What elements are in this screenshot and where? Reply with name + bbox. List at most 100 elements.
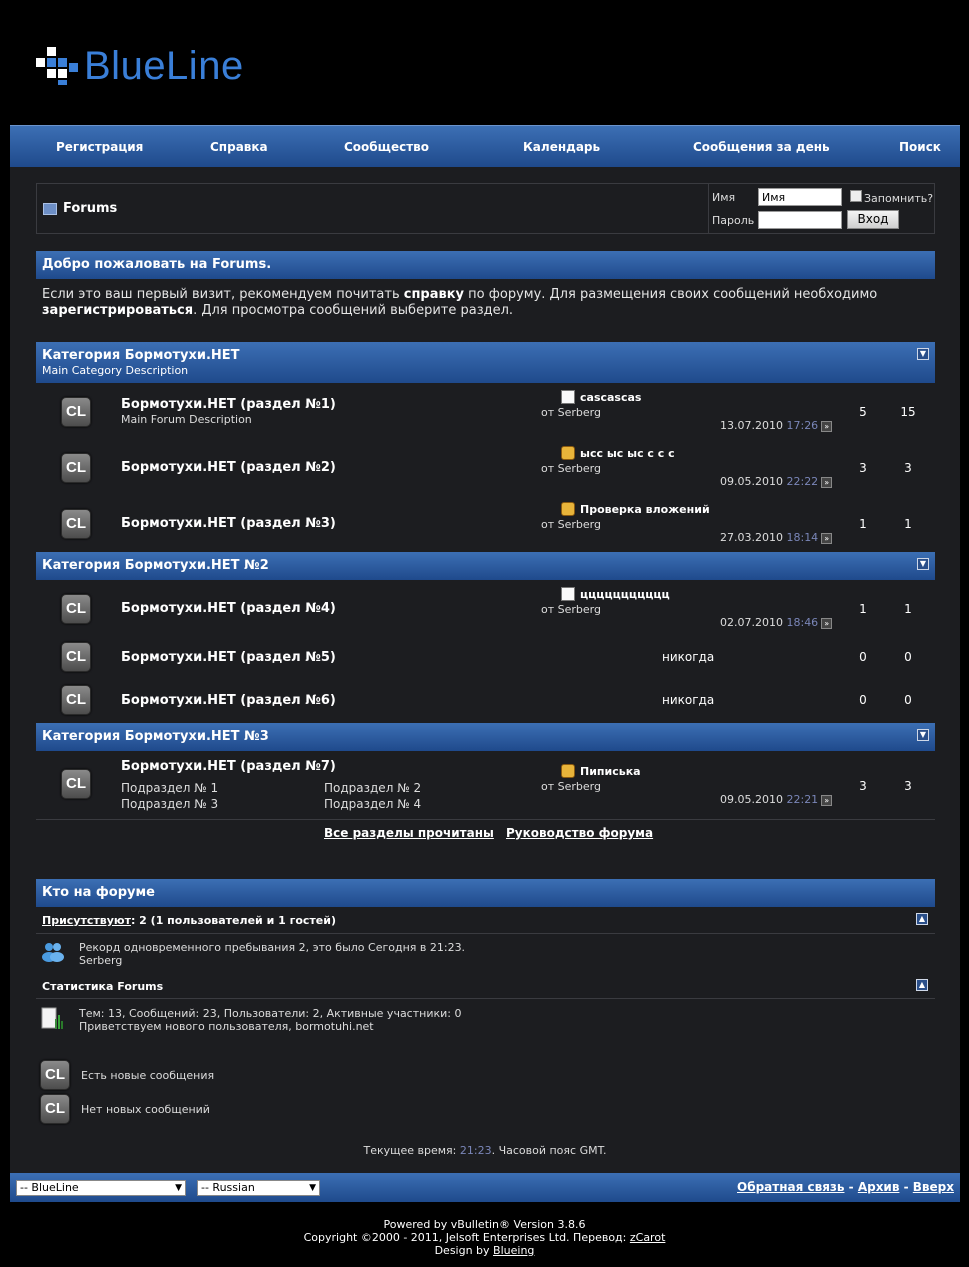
welcome-title: Добро пожаловать на Forums. xyxy=(42,257,272,272)
forum-row: CL Бормотухи.НЕТ (раздел №4) ццццццццццц… xyxy=(36,580,935,636)
last-post-date: 27.03.2010 18:14» xyxy=(720,531,833,544)
forum-row: CL Бормотухи.НЕТ (раздел №7) Подраздел №… xyxy=(36,751,935,819)
subforum-link[interactable]: Подраздел № 4 xyxy=(324,797,421,811)
divider xyxy=(36,819,935,820)
subforum-link[interactable]: Подраздел № 2 xyxy=(324,781,421,795)
translator-link[interactable]: zCarot xyxy=(630,1231,666,1244)
thread-count: 3 xyxy=(859,461,867,475)
login-button[interactable]: Вход xyxy=(847,210,899,229)
help-link[interactable]: справку xyxy=(404,287,464,302)
forum-row: CL Бормотухи.НЕТ (раздел №6) никогда 0 0 xyxy=(36,679,935,722)
category-header: Категория Бормотухи.НЕТ Main Category De… xyxy=(36,342,935,383)
divider xyxy=(36,933,935,934)
forum-title[interactable]: Бормотухи.НЕТ (раздел №4) xyxy=(121,601,336,616)
last-post-author[interactable]: от Serberg xyxy=(541,603,601,616)
nav-help[interactable]: Справка xyxy=(210,140,268,154)
forum-title[interactable]: Бормотухи.НЕТ (раздел №6) xyxy=(121,693,336,708)
collapse-icon[interactable]: ▲ xyxy=(916,979,928,991)
site-logo[interactable]: BlueLine xyxy=(36,44,244,88)
password-input[interactable] xyxy=(758,211,842,229)
go-to-last-post-icon[interactable]: » xyxy=(821,420,833,432)
last-post-author[interactable]: от Serberg xyxy=(541,780,601,793)
last-post-title[interactable]: Пиписька xyxy=(561,764,641,778)
users-icon xyxy=(42,943,64,962)
forum-status-icon: CL xyxy=(61,453,91,483)
forum-title[interactable]: Бормотухи.НЕТ (раздел №2) xyxy=(121,460,336,475)
post-count: 0 xyxy=(904,693,912,707)
forum-status-icon: CL xyxy=(61,642,91,672)
category-title[interactable]: Категория Бормотухи.НЕТ xyxy=(42,348,240,363)
main-navbar: Регистрация Справка Сообщество Календарь… xyxy=(10,125,960,167)
document-icon xyxy=(561,390,575,404)
time-text: 18:46 xyxy=(786,616,819,629)
thread-count: 0 xyxy=(859,693,867,707)
last-post-title-text: ццццццццццц xyxy=(580,587,670,601)
category-title[interactable]: Категория Бормотухи.НЕТ №2 xyxy=(42,558,269,573)
go-to-last-post-icon[interactable]: » xyxy=(821,794,833,806)
forum-title[interactable]: Бормотухи.НЕТ (раздел №5) xyxy=(121,650,336,665)
category-title[interactable]: Категория Бормотухи.НЕТ №3 xyxy=(42,729,269,744)
date-text: 02.07.2010 xyxy=(720,616,783,629)
last-post-title[interactable]: Проверка вложений xyxy=(561,502,710,516)
powered-by: Powered by vBulletin® Version 3.8.6 xyxy=(383,1218,586,1231)
archive-link[interactable]: Архив xyxy=(858,1180,900,1194)
nav-register[interactable]: Регистрация xyxy=(56,140,143,154)
go-to-last-post-icon[interactable]: » xyxy=(821,476,833,488)
time-text: 22:22 xyxy=(786,475,819,488)
mark-all-read-link[interactable]: Все разделы прочитаны xyxy=(324,826,494,840)
no-new-posts-icon: CL xyxy=(40,1094,70,1124)
contact-link[interactable]: Обратная связь xyxy=(737,1180,844,1194)
last-post-author[interactable]: от Serberg xyxy=(541,406,601,419)
password-label: Пароль xyxy=(712,214,755,227)
forum-row: CL Бормотухи.НЕТ (раздел №2) ысс ыс ыс с… xyxy=(36,439,935,495)
username-input[interactable] xyxy=(758,188,842,206)
welcome-text-part: по форуму. Для размещения своих сообщени… xyxy=(464,287,878,302)
last-post-date: 09.05.2010 22:22» xyxy=(720,475,833,488)
collapse-icon[interactable]: ▼ xyxy=(917,348,929,360)
last-post-author[interactable]: от Serberg xyxy=(541,518,601,531)
nav-todays-posts[interactable]: Сообщения за день xyxy=(693,140,830,154)
thread-count: 5 xyxy=(859,405,867,419)
last-post-title[interactable]: ццццццццццц xyxy=(561,587,670,601)
designer-link[interactable]: Blueing xyxy=(493,1244,534,1257)
collapse-icon[interactable]: ▼ xyxy=(917,729,929,741)
post-count: 15 xyxy=(900,405,916,419)
subforum-link[interactable]: Подраздел № 3 xyxy=(121,797,218,811)
thread-count: 1 xyxy=(859,517,867,531)
last-post-author[interactable]: от Serberg xyxy=(541,462,601,475)
category-description: Main Category Description xyxy=(42,364,189,377)
forum-title[interactable]: Бормотухи.НЕТ (раздел №7) xyxy=(121,759,336,774)
last-post-title-text: Проверка вложений xyxy=(580,502,710,516)
present-link[interactable]: Присутствуют xyxy=(42,914,131,927)
logo-text: BlueLine xyxy=(84,43,244,88)
online-users[interactable]: Serberg xyxy=(79,954,122,967)
last-post-title[interactable]: ысс ыс ыс с с с xyxy=(561,446,675,460)
nav-calendar[interactable]: Календарь xyxy=(523,140,600,154)
forum-guide-link[interactable]: Руководство форума xyxy=(506,826,653,840)
go-to-last-post-icon[interactable]: » xyxy=(821,617,833,629)
nav-community[interactable]: Сообщество xyxy=(344,140,429,154)
remember-checkbox[interactable] xyxy=(850,190,862,202)
style-select[interactable]: -- BlueLine ▼ xyxy=(16,1180,186,1196)
last-post-never: никогда xyxy=(662,650,715,664)
go-to-last-post-icon[interactable]: » xyxy=(821,532,833,544)
category-header: Категория Бормотухи.НЕТ №3 ▼ xyxy=(36,723,935,751)
main-content: Forums Имя Запомнить? Пароль Вход Добро … xyxy=(10,167,960,1173)
forum-title[interactable]: Бормотухи.НЕТ (раздел №1) xyxy=(121,397,336,412)
top-link[interactable]: Вверх xyxy=(913,1180,954,1194)
collapse-icon[interactable]: ▲ xyxy=(916,913,928,925)
forum-status-icon: CL xyxy=(61,509,91,539)
last-post-title-text: Пиписька xyxy=(580,764,641,778)
register-link[interactable]: зарегистрироваться xyxy=(42,303,193,318)
last-post-title[interactable]: cascascas xyxy=(561,390,641,404)
footer-links: Обратная связь - Архив - Вверх xyxy=(737,1180,954,1194)
thumbs-up-icon xyxy=(561,764,575,778)
language-select[interactable]: -- Russian ▼ xyxy=(197,1180,320,1196)
nav-search[interactable]: Поиск xyxy=(899,140,941,154)
last-post-date: 09.05.2010 22:21» xyxy=(720,793,833,806)
subforum-link[interactable]: Подраздел № 1 xyxy=(121,781,218,795)
forum-title[interactable]: Бормотухи.НЕТ (раздел №3) xyxy=(121,516,336,531)
breadcrumb[interactable]: Forums xyxy=(43,201,117,216)
date-text: 09.05.2010 xyxy=(720,475,783,488)
collapse-icon[interactable]: ▼ xyxy=(917,558,929,570)
